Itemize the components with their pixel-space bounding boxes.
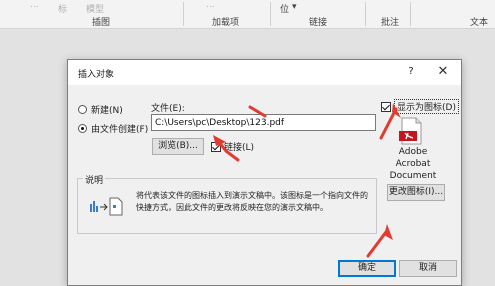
create-new-label: 新建(N) xyxy=(91,106,123,116)
ribbon-group-label: 批注 xyxy=(381,18,400,28)
ribbon-group-label: 链接 xyxy=(309,18,328,28)
ribbon-faded-item: ... xyxy=(206,0,215,10)
link-option[interactable]: 链接(L) xyxy=(211,140,254,153)
create-from-file-option[interactable]: 由文件创建(F) xyxy=(78,122,148,135)
ribbon-group-label: 加载项 xyxy=(212,18,240,28)
icon-caption-line: Acrobat xyxy=(395,159,431,169)
icon-caption-line: Adobe xyxy=(398,147,428,157)
insert-object-dialog: 插入对象 ? ✕ 新建(N) 由文件创建(F) 文件(E): 浏览(B)... … xyxy=(67,59,462,286)
ribbon-separator xyxy=(410,2,411,26)
ribbon-faded-item: 模型 xyxy=(86,5,105,15)
ribbon: ... 标 模型 插图 ... 加载项 位 ▾ 链接 批注 文本 xyxy=(0,0,495,29)
ribbon-faded-item: ... xyxy=(30,0,39,10)
ribbon-faded-item: 位 xyxy=(280,5,290,15)
display-as-icon-checkbox[interactable] xyxy=(381,101,391,112)
dialog-title: 插入对象 xyxy=(78,70,115,80)
ribbon-group-label: 插图 xyxy=(92,18,111,28)
result-group: 说明 将代表该文件的图标插入到演示文稿中。该图标是一个指向文件的快捷方式，因此文… xyxy=(77,173,377,234)
ribbon-separator xyxy=(183,2,184,26)
display-as-icon-label: 显示为图标(D) xyxy=(394,99,459,114)
link-label: 链接(L) xyxy=(224,143,255,153)
ribbon-faded-item: 标 xyxy=(58,5,68,15)
create-from-file-label: 由文件创建(F) xyxy=(91,125,149,135)
ribbon-group-label: 文本 xyxy=(470,18,489,28)
ok-button[interactable]: 确定 xyxy=(338,260,396,277)
chevron-down-icon: ▾ xyxy=(292,2,297,12)
display-as-icon-option[interactable]: 显示为图标(D) xyxy=(381,99,459,114)
link-checkbox[interactable] xyxy=(211,141,221,152)
dialog-titlebar: 插入对象 ? ✕ xyxy=(68,60,461,85)
create-new-radio[interactable] xyxy=(78,105,87,114)
pdf-icon xyxy=(396,117,428,148)
help-button[interactable]: ? xyxy=(402,64,420,80)
ribbon-separator xyxy=(365,2,366,26)
cancel-button[interactable]: 取消 xyxy=(399,260,457,277)
create-new-option[interactable]: 新建(N) xyxy=(78,103,123,116)
icon-caption: Adobe Acrobat Document xyxy=(384,146,442,182)
browse-button[interactable]: 浏览(B)... xyxy=(152,138,204,155)
result-description: 将代表该文件的图标插入到演示文稿中。该图标是一个指向文件的快捷方式，因此文件的更… xyxy=(136,191,368,212)
change-icon-button[interactable]: 更改图标(I)... xyxy=(387,184,445,201)
embed-link-icon xyxy=(90,195,124,217)
file-path-input[interactable] xyxy=(151,114,376,131)
close-button[interactable]: ✕ xyxy=(434,63,452,81)
create-from-file-radio[interactable] xyxy=(78,124,87,133)
ribbon-separator xyxy=(270,2,271,26)
file-label: 文件(E): xyxy=(151,104,185,114)
result-title: 说明 xyxy=(83,173,106,186)
icon-caption-line: Document xyxy=(389,171,437,181)
